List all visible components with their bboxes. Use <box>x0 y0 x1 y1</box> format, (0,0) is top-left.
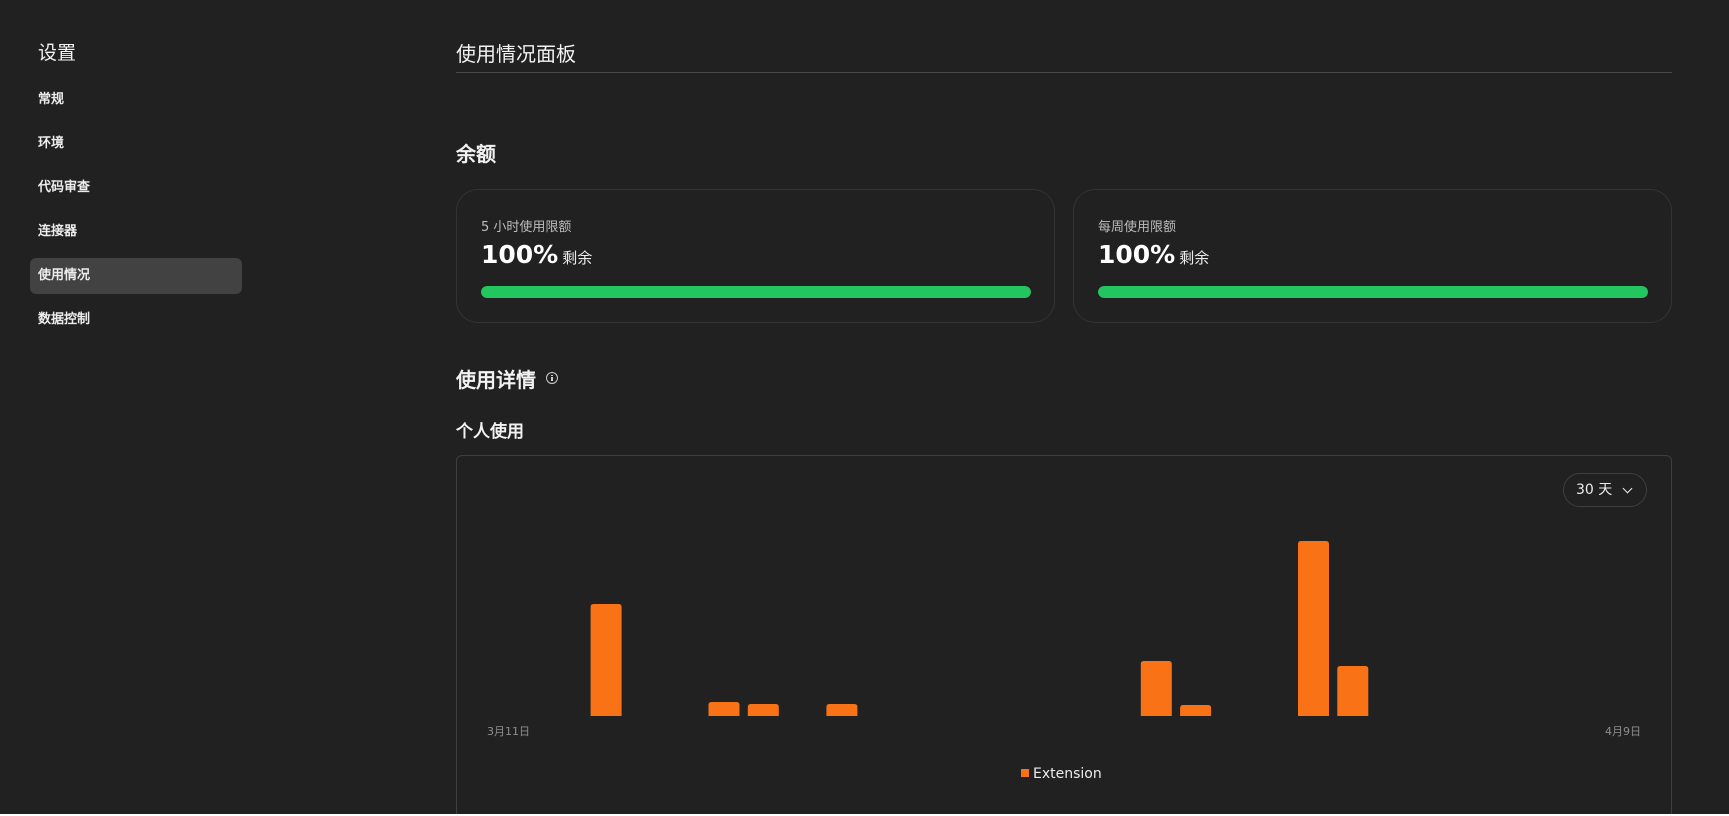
title-divider <box>456 72 1672 73</box>
bar-3月16日 <box>708 702 740 716</box>
limit-suffix: 剩余 <box>1179 249 1210 267</box>
sidebar-item-usage[interactable]: 使用情况 <box>30 258 242 294</box>
x-tick-label-end: 4月9日 <box>1605 725 1641 738</box>
sidebar-item-code-review[interactable]: 代码审查 <box>30 170 242 206</box>
bar-3月17日 <box>747 704 779 716</box>
weekly-progress-bar <box>1098 286 1648 298</box>
x-tick-label-start: 3月11日 <box>487 725 530 738</box>
legend-label: Extension <box>1033 766 1102 782</box>
five-hour-progress-bar <box>481 286 1031 298</box>
progress-fill <box>481 286 1031 298</box>
usage-chart-card: 30 天 3月11日 4月9日 Extension <box>456 455 1672 814</box>
sidebar-item-data-controls[interactable]: 数据控制 <box>30 302 242 338</box>
limit-suffix: 剩余 <box>562 249 593 267</box>
bar-3月28日 <box>1180 705 1212 716</box>
limit-label: 5 小时使用限额 <box>481 220 572 235</box>
legend-swatch <box>1021 769 1029 777</box>
sidebar-title: 设置 <box>38 42 77 64</box>
bar-3月27日 <box>1140 661 1172 716</box>
limit-percent: 100% <box>481 240 559 269</box>
bar-4月1日 <box>1337 666 1369 716</box>
limit-value: 100% 剩余 <box>1098 240 1209 269</box>
usage-details-heading: 使用详情 <box>456 368 536 392</box>
sidebar-item-connectors[interactable]: 连接器 <box>30 214 242 250</box>
bar-3月19日 <box>826 704 858 716</box>
sidebar-item-general[interactable]: 常规 <box>30 82 242 118</box>
limit-value: 100% 剩余 <box>481 240 592 269</box>
progress-fill <box>1098 286 1648 298</box>
bar-3月13日 <box>590 604 622 716</box>
app-window: 设置 常规 环境 代码审查 连接器 使用情况 数据控制 使用情况面板 余额 5 … <box>0 0 1729 814</box>
page-title: 使用情况面板 <box>456 42 576 66</box>
sidebar-item-environment[interactable]: 环境 <box>30 126 242 162</box>
usage-bar-chart <box>590 541 1369 716</box>
limit-label: 每周使用限额 <box>1098 220 1177 235</box>
info-icon[interactable] <box>546 372 558 384</box>
balance-heading: 余额 <box>456 142 496 166</box>
bar-3月31日 <box>1298 541 1329 716</box>
weekly-limit-card: 每周使用限额 100% 剩余 <box>1073 189 1672 323</box>
personal-usage-heading: 个人使用 <box>456 422 524 442</box>
five-hour-limit-card: 5 小时使用限额 100% 剩余 <box>456 189 1055 323</box>
chart-legend: Extension <box>1021 766 1102 782</box>
limit-percent: 100% <box>1098 240 1176 269</box>
